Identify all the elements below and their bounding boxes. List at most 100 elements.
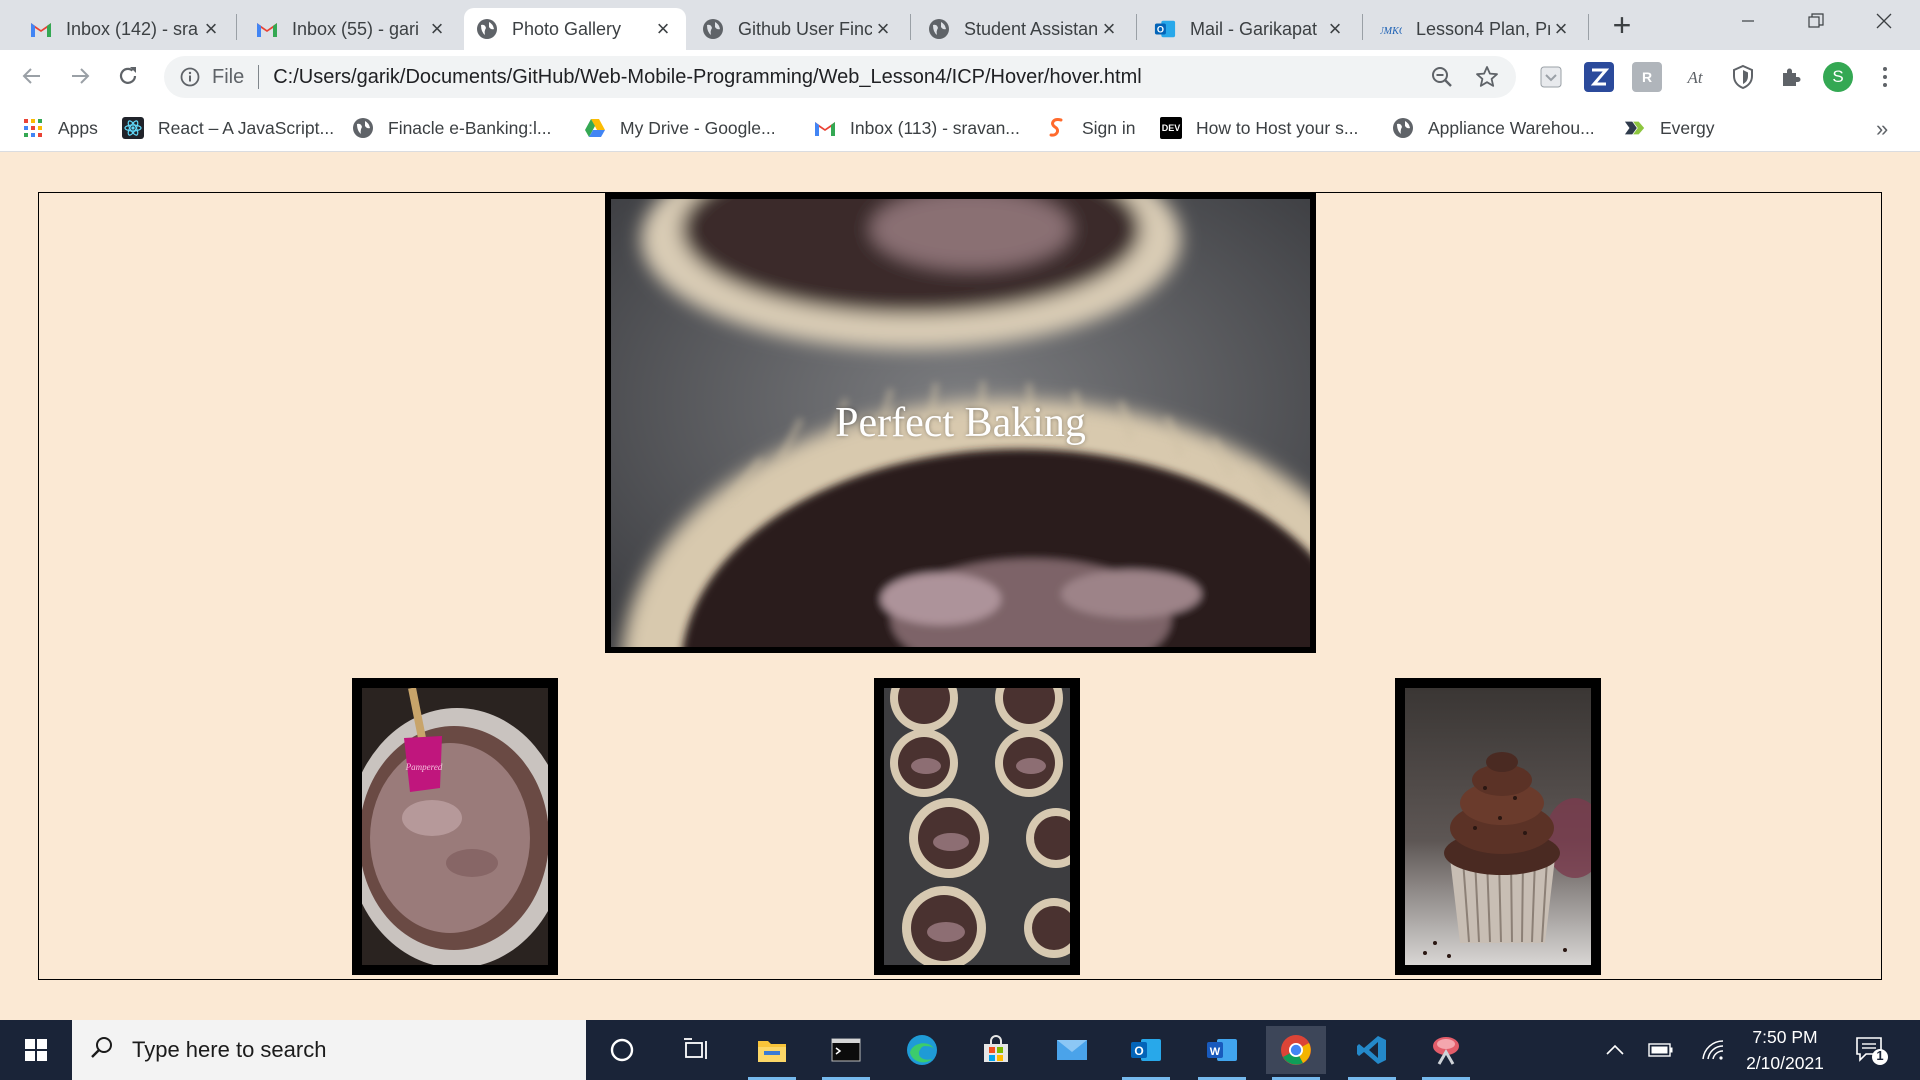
- thumbnail-frosted-cupcake[interactable]: [1395, 678, 1601, 975]
- new-tab-button[interactable]: +: [1604, 8, 1640, 44]
- windows-taskbar: Type here to search O W 7:50 PM 2/10/202…: [0, 1020, 1920, 1080]
- bookmark-finacle[interactable]: Finacle e-Banking:l...: [352, 114, 551, 142]
- close-icon[interactable]: ×: [1324, 18, 1346, 40]
- more-menu-icon[interactable]: [1870, 62, 1900, 92]
- tab-separator: [1362, 14, 1363, 40]
- extension-shield-icon[interactable]: [1728, 62, 1758, 92]
- close-icon[interactable]: ×: [1098, 18, 1120, 40]
- bookmark-appliance-warehouse[interactable]: Appliance Warehou...: [1392, 114, 1595, 142]
- bookmark-sign-in[interactable]: Sign in: [1046, 114, 1136, 142]
- vscode-button[interactable]: [1342, 1026, 1402, 1080]
- store-bag-icon: [984, 1035, 1008, 1062]
- taskbar-search-box[interactable]: Type here to search: [72, 1020, 586, 1080]
- word-button[interactable]: W: [1192, 1026, 1252, 1080]
- globe-icon: [1392, 117, 1414, 139]
- tab-title: Mail - Garikapat: [1190, 18, 1318, 39]
- edge-icon: [907, 1035, 937, 1065]
- minimize-button[interactable]: [1714, 0, 1782, 42]
- thumbnail-muffin-tin[interactable]: [874, 678, 1080, 975]
- notifications-button[interactable]: 1: [1854, 1034, 1888, 1066]
- close-window-button[interactable]: [1850, 0, 1918, 42]
- back-button[interactable]: [14, 58, 50, 94]
- bookmark-star-icon[interactable]: [1474, 64, 1500, 90]
- svg-text:O: O: [1134, 1044, 1143, 1058]
- bookmark-google-drive[interactable]: My Drive - Google...: [584, 114, 776, 142]
- restore-button[interactable]: [1782, 0, 1850, 42]
- hero-caption: Perfect Baking: [835, 400, 1086, 446]
- zoom-icon[interactable]: [1430, 65, 1454, 89]
- tab-inbox-55[interactable]: Inbox (55) - gari ×: [244, 8, 460, 50]
- task-view-icon: [684, 1038, 707, 1059]
- svg-text:At: At: [1686, 68, 1703, 87]
- reload-button[interactable]: [110, 58, 146, 94]
- bookmark-inbox-113[interactable]: Inbox (113) - sravan...: [814, 114, 1020, 142]
- mail-button[interactable]: [1042, 1026, 1102, 1074]
- apps-grid-icon: [22, 117, 44, 139]
- address-divider: [258, 65, 260, 89]
- close-icon[interactable]: ×: [426, 18, 448, 40]
- tab-separator: [1136, 14, 1137, 40]
- gmail-icon: [814, 117, 836, 139]
- edge-button[interactable]: [892, 1026, 952, 1074]
- task-view-button[interactable]: [666, 1026, 726, 1074]
- tab-outlook-mail[interactable]: O Mail - Garikapat ×: [1142, 8, 1358, 50]
- bookmark-label: Sign in: [1082, 117, 1136, 138]
- tab-title: Inbox (142) - sra: [66, 18, 199, 39]
- close-icon: [1876, 13, 1892, 29]
- extension-zotero-icon[interactable]: [1584, 62, 1614, 92]
- outlook-button[interactable]: O: [1116, 1026, 1176, 1080]
- store-button[interactable]: [966, 1026, 1026, 1074]
- bookmark-apps[interactable]: Apps: [22, 114, 98, 142]
- hero-image[interactable]: Perfect Baking: [605, 193, 1316, 653]
- forward-button[interactable]: [62, 58, 98, 94]
- url-scheme-label: File: [212, 65, 245, 88]
- close-icon[interactable]: ×: [652, 18, 674, 40]
- evergy-icon: [1624, 117, 1646, 139]
- back-arrow-icon: [22, 68, 40, 84]
- outlook-icon: O: [1131, 1039, 1161, 1061]
- bookmarks-overflow-button[interactable]: »: [1876, 116, 1888, 142]
- tab-github-user-finder[interactable]: Github User Finc ×: [690, 8, 906, 50]
- chrome-button[interactable]: [1266, 1026, 1326, 1080]
- system-clock[interactable]: 7:50 PM 2/10/2021: [1730, 1024, 1840, 1076]
- cortana-button[interactable]: [592, 1026, 652, 1074]
- battery-icon[interactable]: [1648, 1038, 1674, 1062]
- close-icon[interactable]: ×: [872, 18, 894, 40]
- start-button[interactable]: [0, 1020, 72, 1080]
- word-icon: W: [1207, 1039, 1237, 1061]
- info-icon[interactable]: [178, 65, 202, 89]
- tab-student-assistant[interactable]: Student Assistan ×: [916, 8, 1132, 50]
- outlook-icon: O: [1154, 18, 1176, 40]
- extension-at-icon[interactable]: At: [1680, 62, 1710, 92]
- umkc-icon: UMKC: [1380, 18, 1402, 40]
- terminal-icon: [831, 1038, 861, 1062]
- bookmark-evergy[interactable]: Evergy: [1624, 114, 1714, 142]
- forward-arrow-icon: [72, 68, 90, 84]
- snipping-tool-button[interactable]: [1416, 1026, 1476, 1080]
- wifi-icon[interactable]: [1700, 1038, 1726, 1062]
- url-text[interactable]: C:/Users/garik/Documents/GitHub/Web-Mobi…: [273, 66, 1141, 89]
- address-bar[interactable]: File C:/Users/garik/Documents/GitHub/Web…: [164, 56, 1516, 98]
- tab-inbox-142[interactable]: Inbox (142) - sra ×: [18, 8, 234, 50]
- bookmark-dev[interactable]: DEV How to Host your s...: [1160, 114, 1358, 142]
- close-icon[interactable]: ×: [1550, 18, 1572, 40]
- file-explorer-button[interactable]: [742, 1026, 802, 1080]
- extension-r-icon[interactable]: R: [1632, 62, 1662, 92]
- globe-icon: [928, 18, 950, 40]
- bookmark-label: Apps: [58, 117, 98, 138]
- tab-lesson4-plan[interactable]: UMKC Lesson4 Plan, Pr ×: [1368, 8, 1584, 50]
- profile-avatar[interactable]: S: [1823, 62, 1853, 92]
- close-icon[interactable]: ×: [200, 18, 222, 40]
- tab-title: Inbox (55) - gari: [292, 18, 420, 39]
- extension-pocket-icon[interactable]: [1536, 62, 1566, 92]
- thumbnail-batter-bowl[interactable]: Pampered: [352, 678, 558, 975]
- extensions-puzzle-icon[interactable]: [1776, 62, 1806, 92]
- restore-icon: [1808, 13, 1824, 28]
- terminal-button[interactable]: [816, 1026, 876, 1080]
- bookmark-react[interactable]: React – A JavaScript...: [122, 114, 334, 142]
- tab-photo-gallery[interactable]: Photo Gallery ×: [464, 8, 686, 50]
- tab-title: Student Assistan: [964, 18, 1098, 39]
- dev-icon: DEV: [1160, 117, 1182, 139]
- show-hidden-icons-chevron-icon[interactable]: [1602, 1038, 1628, 1062]
- photo-frosted-cupcake: [1405, 688, 1591, 965]
